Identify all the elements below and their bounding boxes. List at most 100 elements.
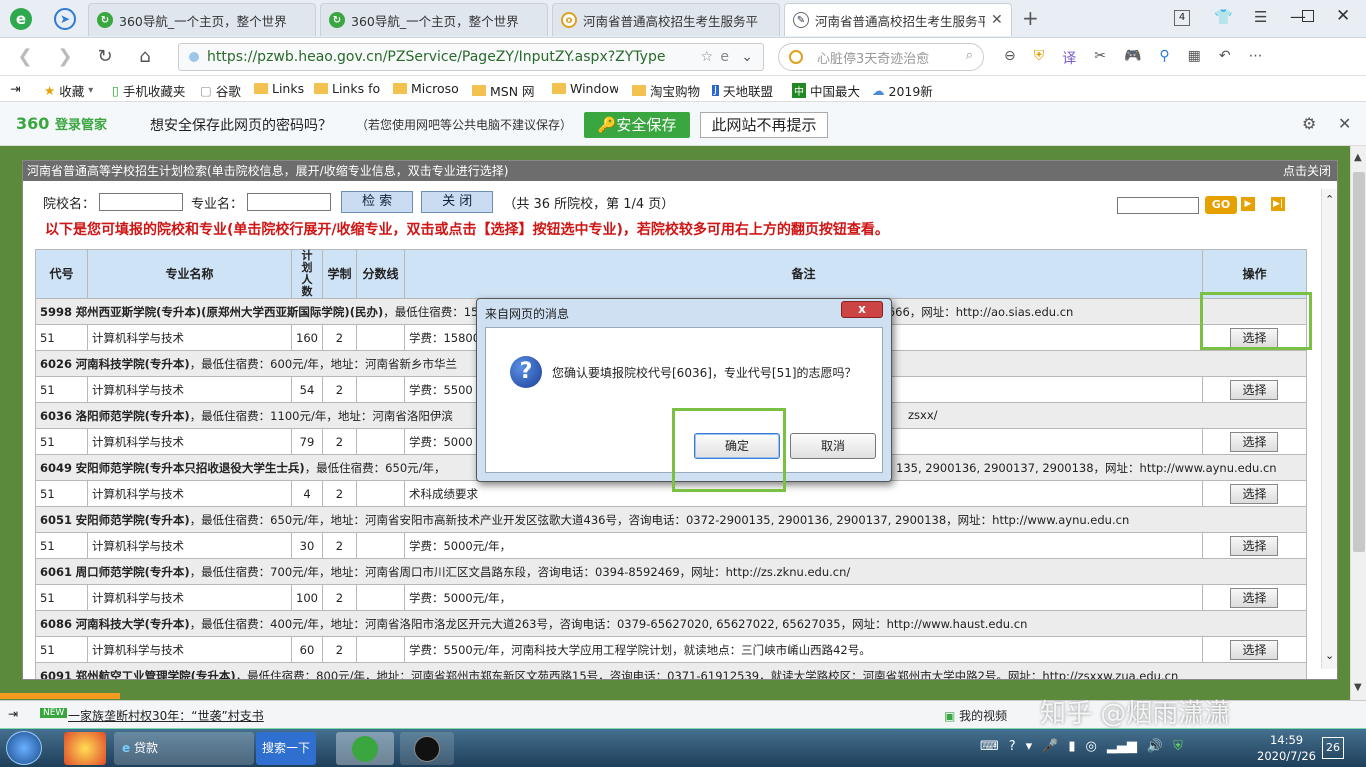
compat-icon[interactable]: e [720, 49, 729, 65]
bookmark-links-fo[interactable]: Links fo [314, 81, 380, 96]
scroll-thumb[interactable] [1353, 172, 1365, 552]
network-icon[interactable]: ◎ [1086, 739, 1097, 754]
tab-3[interactable]: o 河南省普通高校招生考生服务平 [552, 3, 780, 36]
taskbar-ie-window[interactable]: e 贷款 [114, 732, 254, 765]
url-field[interactable]: https://pzwb.heao.gov.cn/PZService/PageZ… [178, 43, 764, 71]
bookmark-2019[interactable]: ☁ 2019新 [872, 81, 934, 100]
select-button[interactable]: 选择 [1230, 431, 1279, 452]
school-info-cell[interactable]: 6051 安阳师范学院(专升本)，最低住宿费：650元/年，地址：河南省安阳市高… [35, 506, 1307, 533]
school-input[interactable] [99, 193, 184, 211]
tab-count-button[interactable]: 4 [1174, 10, 1190, 26]
select-button[interactable]: 选择 [1230, 587, 1279, 608]
chevron-up-icon[interactable]: ⌃ [1325, 193, 1334, 206]
school-row[interactable]: 6051 安阳师范学院(专升本)，最低住宿费：650元/年，地址：河南省安阳市高… [35, 506, 1307, 533]
major-row[interactable]: 51 计算机科学与技术 60 2 学费：5500元/年，河南科技大学应用工程学院计划，就… [35, 636, 1308, 663]
game-icon[interactable]: 🎮 [1124, 48, 1141, 68]
refresh-button[interactable]: ↻ [94, 46, 116, 68]
back-button[interactable]: ❮ [14, 46, 36, 68]
bookmark-links[interactable]: Links [254, 81, 304, 96]
dialog-close-button[interactable]: x [841, 301, 883, 318]
search-button[interactable]: 检 索 [341, 191, 414, 213]
tab-2[interactable]: ↻ 360导航_一个主页，整个世界 [320, 3, 548, 36]
translate-icon[interactable]: 译 [1062, 48, 1076, 68]
apps-grid-icon[interactable]: ▦ [1188, 48, 1201, 68]
find-icon[interactable]: ⚲ [1159, 48, 1169, 68]
close-window-button[interactable]: ✕ [1336, 6, 1350, 26]
bookmark-google[interactable]: ▢ 谷歌 [200, 81, 241, 100]
shirt-icon[interactable]: 👕 [1214, 8, 1233, 26]
keyboard-icon[interactable]: ⌨ [980, 739, 999, 754]
tab-4-active[interactable]: ✎ 河南省普通高校招生考生服务平 ✕ [784, 3, 1012, 36]
scissors-icon[interactable]: ✂ [1094, 48, 1106, 68]
new-tab-button[interactable]: + [1022, 6, 1039, 30]
last-page-icon[interactable]: ▶| [1271, 197, 1285, 211]
more-icon[interactable]: ⋯ [1249, 48, 1263, 68]
mic-icon[interactable]: 🎤 [1042, 739, 1058, 754]
close-icon[interactable]: ✕ [1338, 114, 1351, 133]
security-icon[interactable]: ⛨ [1173, 739, 1183, 754]
undo-icon[interactable]: ↶ [1219, 48, 1231, 68]
taskbar-360-browser[interactable] [336, 732, 394, 765]
chevron-down-icon[interactable]: ⌄ [1325, 649, 1334, 662]
forward-button[interactable]: ❯ [54, 46, 76, 68]
search-input[interactable]: 心脏停3天奇迹治愈 ⌕ [778, 43, 984, 71]
bookmark-msn[interactable]: MSN 网 [472, 81, 540, 100]
tab-1[interactable]: ↻ 360导航_一个主页，整个世界 [88, 3, 316, 36]
major-row[interactable]: 51 计算机科学与技术 30 2 学费：5000元/年， 选择 [35, 532, 1308, 559]
scroll-up-icon[interactable]: ▲ [1354, 152, 1362, 163]
school-info-cell[interactable]: 6091 郑州航空工业管理学院(专升本)，最低住宿费：800元/年，地址：河南省… [35, 662, 1307, 679]
select-button[interactable]: 选择 [1230, 379, 1279, 400]
home-button[interactable]: ⌂ [134, 46, 156, 68]
signal-icon[interactable]: ▂▄▆ [1107, 739, 1137, 754]
taskbar-app-dark[interactable] [400, 732, 454, 765]
extension-icons[interactable]: ⊖ ⛨ 译 ✂ 🎮 ⚲ ▦ ↶ ⋯ [1004, 48, 1263, 68]
panel-close-link[interactable]: 点击关闭 [1283, 161, 1331, 181]
page-scrollbar[interactable]: ▲ ▼ [1350, 146, 1366, 700]
bookmark-mobile[interactable]: ▯ 手机收藏夹 [112, 81, 185, 100]
video-link[interactable]: ▣ 我的视频 [944, 707, 1007, 724]
maximize-button[interactable] [1302, 10, 1314, 22]
school-row[interactable]: 6086 河南科技大学(专升本)，最低住宿费：400元/年，地址：河南省洛阳市洛… [35, 610, 1307, 637]
menu-icon[interactable]: ☰ [1254, 8, 1267, 26]
chevron-down-icon[interactable]: ⌄ [741, 49, 753, 65]
page-number-input[interactable] [1117, 197, 1199, 214]
school-row[interactable]: 6061 周口师范学院(专升本)，最低住宿费：700元/年，地址：河南省周口市川… [35, 558, 1307, 585]
select-button[interactable]: 选择 [1230, 639, 1279, 660]
tray-icons[interactable]: ⌨ ? ▾ 🎤 ▮ ◎ ▂▄▆ 🔊 ⛨ [980, 739, 1183, 754]
select-button[interactable]: 选择 [1230, 535, 1279, 556]
school-row[interactable]: 6091 郑州航空工业管理学院(专升本)，最低住宿费：800元/年，地址：河南省… [35, 662, 1307, 679]
close-tab-icon[interactable]: ✕ [991, 12, 1003, 28]
bookmark-tiandi[interactable]: J 天地联盟 [712, 81, 782, 100]
news-toggle-icon[interactable]: ⇥ [8, 707, 18, 721]
shield-icon[interactable]: ⛨ [1034, 48, 1045, 68]
taskbar-app-colorful[interactable] [64, 732, 106, 765]
bookmark-taobao[interactable]: 淘宝购物 [632, 81, 700, 100]
school-info-cell[interactable]: 6061 周口师范学院(专升本)，最低住宿费：700元/年，地址：河南省周口市川… [35, 558, 1307, 585]
system-clock[interactable]: 14:59 2020/7/26 [1257, 732, 1316, 764]
bookmark-icon[interactable]: ☆ [700, 49, 713, 65]
bookmark-microsoft[interactable]: Microso [393, 81, 459, 96]
help-icon[interactable]: ? [1009, 739, 1016, 754]
panel-scrollbar[interactable]: ⌃ ⌄ [1321, 189, 1337, 669]
bookmark-favorites[interactable]: ★ 收藏 ▾ [44, 81, 93, 100]
never-remind-button[interactable]: 此网站不再提示 [700, 112, 828, 138]
navigate-icon[interactable]: ➤ [54, 8, 76, 30]
bookmark-china[interactable]: 中中国最大 [792, 81, 862, 100]
news-link[interactable]: 一家族垄断村权30年：“世袭”村支书 [68, 707, 264, 724]
power-icon[interactable]: ▮ [1068, 739, 1075, 754]
bookmark-windows[interactable]: Window [552, 81, 618, 96]
safe-save-button[interactable]: 🔑安全保存 [584, 112, 690, 138]
close-button[interactable]: 关 闭 [421, 191, 494, 213]
volume-icon[interactable]: 🔊 [1147, 739, 1163, 754]
school-info-cell[interactable]: 6086 河南科技大学(专升本)，最低住宿费：400元/年，地址：河南省洛阳市洛… [35, 610, 1307, 637]
scroll-down-icon[interactable]: ▼ [1354, 682, 1362, 693]
browser-logo-icon[interactable]: e [10, 8, 32, 30]
taskbar-search[interactable]: 搜索一下 [256, 732, 316, 765]
next-page-icon[interactable]: ▶ [1241, 197, 1255, 211]
start-button[interactable] [6, 731, 42, 765]
go-button[interactable]: GO [1205, 196, 1237, 214]
dropdown-icon[interactable]: ▾ [1026, 739, 1033, 754]
notification-badge[interactable]: 26 [1322, 737, 1344, 759]
minus-circle-icon[interactable]: ⊖ [1004, 48, 1016, 68]
select-button[interactable]: 选择 [1230, 483, 1279, 504]
